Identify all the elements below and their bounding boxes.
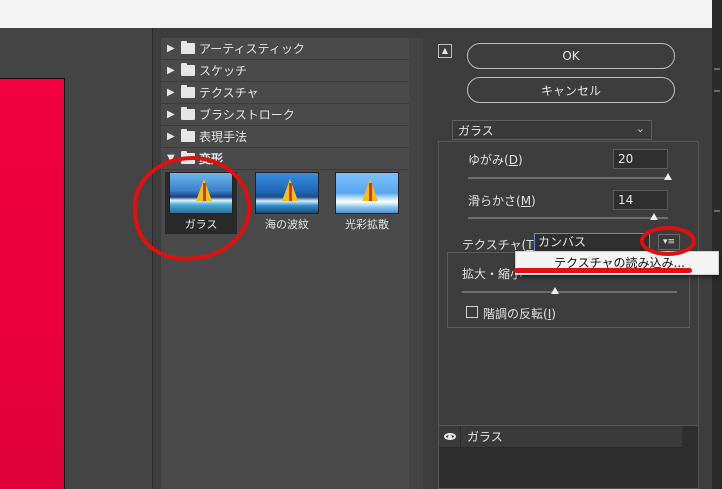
annotation-circle-menu [640,226,696,256]
thumbnail-label: 海の波紋 [265,218,309,231]
expand-arrow-icon: ▶ [167,109,175,120]
category-texture[interactable]: ▶ テクスチャ [161,82,409,104]
filter-gallery: ▶ アーティスティック ▶ スケッチ ▶ テクスチャ ▶ ブラシストローク ▶ … [161,38,409,489]
folder-icon [181,85,195,98]
cancel-button[interactable]: キャンセル [467,77,675,103]
category-label: ブラシストローク [199,108,295,122]
thumbnail-image [335,172,399,214]
expand-arrow-icon: ▶ [167,131,175,142]
texture-select[interactable]: カンバス [534,233,650,252]
thumbnail-ocean-ripple[interactable]: 海の波紋 [251,172,323,234]
folder-icon [181,63,195,76]
category-label: 表現手法 [199,130,248,144]
folder-icon [181,41,195,54]
folder-icon [181,107,195,120]
effect-layer-name: ガラス [467,430,503,444]
smoothness-slider-thumb[interactable] [650,213,658,220]
ok-button[interactable]: OK [467,43,675,69]
scaling-slider[interactable] [462,291,677,293]
smoothness-label: 滑らかさ(M) [468,194,536,208]
distortion-slider[interactable] [468,177,668,179]
filter-select[interactable]: ガラス ⌄ [452,120,652,140]
category-stylize[interactable]: ▶ 表現手法 [161,126,409,148]
category-label: テクスチャ [199,86,259,100]
smoothness-input[interactable]: 14 [613,190,668,210]
expand-arrow-icon: ▶ [167,87,175,98]
filter-select-value: ガラス [458,123,494,138]
thumbnail-label: 光彩拡散 [345,218,389,231]
category-label: スケッチ [199,64,248,78]
category-sketch[interactable]: ▶ スケッチ [161,60,409,82]
distortion-input[interactable]: 20 [613,149,668,169]
eye-icon[interactable] [439,425,461,448]
effect-layer-row[interactable]: ガラス [439,425,682,448]
gallery-scrollbar[interactable] [409,38,423,489]
invert-checkbox[interactable] [466,306,478,318]
category-brush-strokes[interactable]: ▶ ブラシストローク [161,104,409,126]
thumbnail-image [255,172,319,214]
folder-icon [181,129,195,142]
annotation-underline [514,268,692,273]
smoothness-slider[interactable] [468,217,668,219]
distortion-label: ゆがみ(D) [468,153,523,167]
chevron-down-icon: ⌄ [635,122,645,135]
right-edge-strip [712,0,722,489]
distortion-slider-thumb[interactable] [664,173,672,180]
scaling-slider-thumb[interactable] [551,287,559,294]
expand-arrow-icon: ▶ [167,43,175,54]
invert-label: 階調の反転(I) [483,307,556,321]
window-titlebar [0,0,712,28]
thumbnail-diffuse-glow[interactable]: 光彩拡散 [331,172,403,234]
expand-arrow-icon: ▶ [167,65,175,76]
category-label: アーティスティック [199,42,305,56]
category-artistic[interactable]: ▶ アーティスティック [161,38,409,60]
preview-canvas[interactable] [0,78,65,489]
scaling-label: 拡大・縮小 [462,267,523,281]
effect-layers-panel: ガラス [438,425,699,489]
collapse-icon[interactable]: ▲ [438,44,452,58]
panel-divider[interactable] [152,28,153,489]
